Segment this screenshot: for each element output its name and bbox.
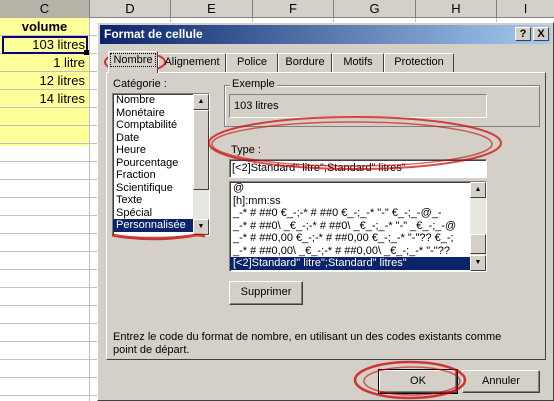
cell-c5[interactable]: 12 litres	[0, 73, 89, 90]
type-input[interactable]: [<2]Standard" litre";Standard" litres"	[229, 159, 487, 178]
sample-label: Exemple	[230, 78, 277, 90]
delete-button[interactable]: Supprimer	[229, 281, 303, 305]
column-header-h[interactable]: H	[416, 0, 497, 18]
format-cells-dialog: Format de cellule ? X Nombre Alignement …	[97, 22, 554, 401]
fill-handle[interactable]	[84, 50, 89, 55]
tab-nombre[interactable]: Nombre	[108, 51, 158, 73]
tab-police[interactable]: Police	[226, 53, 278, 72]
tab-panel-nombre: Catégorie : Nombre Monétaire Comptabilit…	[106, 72, 546, 360]
column-header-f[interactable]: F	[253, 0, 334, 18]
scroll-up-icon[interactable]: ▲	[470, 182, 486, 198]
type-item[interactable]: _-* # ##0\ _€_-;-* # ##0\ _€_-;_-* "-" _…	[230, 220, 486, 233]
type-item[interactable]: @	[230, 182, 486, 195]
help-text: Entrez le code du format de nombre, en u…	[113, 331, 502, 356]
cell-c4[interactable]: 1 litre	[0, 55, 89, 72]
column-headers: C D E F G H I	[0, 0, 554, 18]
category-label: Catégorie :	[113, 78, 167, 90]
type-item[interactable]: _-* # ##0 €_-;-* # ##0 €_-;_-* "-" €_-;_…	[230, 207, 486, 220]
type-item[interactable]: _-* # ##0,00 €_-;-* # ##0,00 €_-;_-* "-"…	[230, 232, 486, 245]
sample-value: 103 litres	[229, 94, 487, 118]
scroll-thumb[interactable]	[193, 110, 209, 190]
column-header-g[interactable]: G	[334, 0, 416, 18]
scroll-down-icon[interactable]: ▼	[470, 255, 486, 271]
type-item[interactable]: [h]:mm:ss	[230, 195, 486, 208]
tab-bordure[interactable]: Bordure	[278, 53, 332, 72]
help-button[interactable]: ?	[515, 27, 531, 41]
column-header-e[interactable]: E	[171, 0, 253, 18]
type-list[interactable]: @ [h]:mm:ss _-* # ##0 €_-;-* # ##0 €_-;_…	[229, 181, 487, 272]
cell-value: 12 litres	[39, 73, 85, 88]
cancel-button[interactable]: Annuler	[462, 370, 540, 393]
scroll-down-icon[interactable]: ▼	[193, 219, 209, 235]
column-header-i[interactable]: I	[497, 0, 554, 18]
cell-value: 1 litre	[53, 55, 85, 70]
tab-motifs[interactable]: Motifs	[332, 53, 384, 72]
column-header-d[interactable]: D	[90, 0, 171, 18]
tab-alignement[interactable]: Alignement	[158, 53, 226, 72]
scroll-up-icon[interactable]: ▲	[193, 94, 209, 110]
tab-protection[interactable]: Protection	[384, 53, 454, 72]
cell-c6[interactable]: 14 litres	[0, 91, 89, 108]
type-item-selected[interactable]: [<2]Standard" litre";Standard" litres"	[230, 257, 486, 270]
type-label: Type :	[231, 144, 261, 156]
category-list[interactable]: Nombre Monétaire Comptabilité Date Heure…	[112, 93, 210, 236]
dialog-title: Format de cellule	[104, 27, 203, 41]
cell-volume-header[interactable]: volume	[0, 19, 89, 34]
close-button[interactable]: X	[533, 27, 549, 41]
active-cell-border	[2, 36, 88, 54]
ok-button[interactable]: OK	[378, 369, 458, 394]
cell-value: 14 litres	[39, 91, 85, 106]
dialog-titlebar[interactable]: Format de cellule ? X	[100, 25, 551, 44]
column-header-c[interactable]: C	[0, 0, 90, 18]
category-scrollbar[interactable]: ▲ ▼	[193, 94, 209, 235]
scroll-thumb[interactable]	[470, 234, 486, 254]
type-item[interactable]: _-* # ##0,00\ _€_-;-* # ##0,00\ _€_-;_-*…	[230, 245, 486, 258]
type-scrollbar[interactable]: ▲ ▼	[470, 182, 486, 271]
